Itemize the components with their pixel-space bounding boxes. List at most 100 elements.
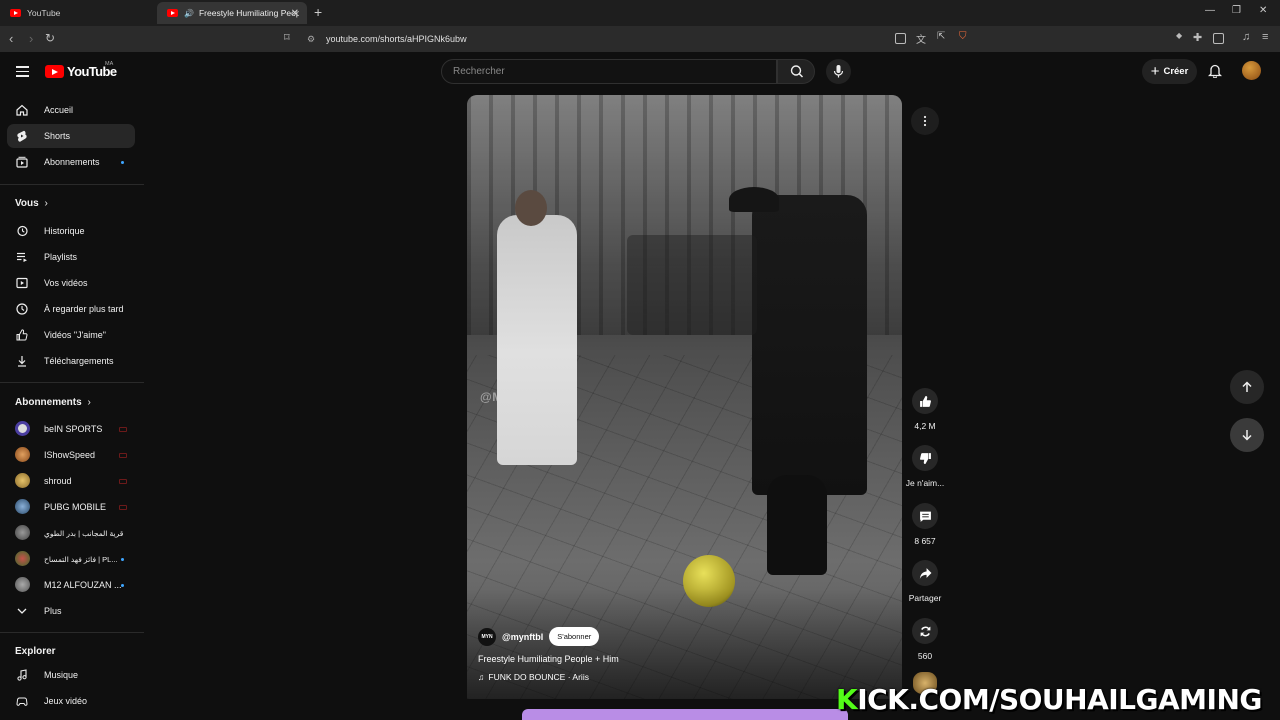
previous-short-button[interactable] xyxy=(1230,370,1264,404)
subscribe-button[interactable]: S'abonner xyxy=(549,627,600,646)
home-icon xyxy=(16,104,28,116)
explore-section-heading: Explorer xyxy=(15,646,56,657)
comments-button[interactable]: 8 657 xyxy=(904,503,946,546)
sidebar-item-subscriptions[interactable]: Abonnements xyxy=(7,150,135,174)
next-short-button[interactable] xyxy=(1230,418,1264,452)
short-video-player[interactable]: @MYNFTBL xyxy=(467,95,902,699)
sidebar-item-history[interactable]: Historique xyxy=(7,219,135,243)
minimize-icon[interactable]: — xyxy=(1205,5,1215,16)
share-button[interactable]: Partager xyxy=(904,560,946,603)
short-channel-info: MYN @mynftbl S'abonner xyxy=(478,627,600,646)
country-code: MA xyxy=(105,61,114,67)
short-music[interactable]: ♫ FUNK DO BOUNCE · Ariis xyxy=(478,672,589,682)
gaming-icon xyxy=(16,697,28,706)
tab-active-short[interactable]: 🔊 Freestyle Humiliating People ✕ xyxy=(157,2,307,24)
downloads-icon xyxy=(18,356,26,367)
sidebar-channel-arabic-2[interactable]: فائز فهد التمساح | PL... xyxy=(7,547,135,571)
account-avatar[interactable] xyxy=(1242,61,1261,80)
extensions-icon[interactable]: ✚ xyxy=(1193,31,1202,44)
guide-menu-icon[interactable] xyxy=(16,66,29,77)
brave-shield-icon[interactable]: ⛉ xyxy=(959,31,967,42)
video-crowd xyxy=(627,235,757,335)
site-info-icon[interactable]: ⚙ xyxy=(307,34,315,45)
cast-icon[interactable] xyxy=(895,33,906,44)
search-button[interactable] xyxy=(777,59,815,84)
sidebar-item-your-videos[interactable]: Vos vidéos xyxy=(7,271,135,295)
share-page-icon[interactable]: ⇱ xyxy=(937,31,945,42)
music-icon xyxy=(17,669,27,681)
more-vertical-icon xyxy=(923,115,927,127)
speaker-icon: 🔊 xyxy=(184,8,194,18)
sidebar-item-gaming[interactable]: Jeux vidéo xyxy=(7,689,135,713)
url-text: youtube.com/shorts/aHPIGNk6ubw xyxy=(326,34,467,44)
sidebar-show-more[interactable]: Plus xyxy=(7,599,135,623)
video-person-right-legs xyxy=(767,475,827,575)
sidebar-item-music[interactable]: Musique xyxy=(7,663,135,687)
channel-name[interactable]: @mynftbl xyxy=(502,632,543,642)
reload-icon[interactable]: ↻ xyxy=(45,31,55,45)
divider xyxy=(0,184,144,185)
create-button[interactable]: + Créer xyxy=(1142,59,1197,84)
sidebar-item-shorts[interactable]: Shorts xyxy=(7,124,135,148)
url-field[interactable]: ⚙ youtube.com/shorts/aHPIGNk6ubw xyxy=(300,29,980,49)
bookmark-icon[interactable]: ⌑ xyxy=(284,31,290,44)
history-icon xyxy=(17,225,28,237)
like-button[interactable]: 4,2 M xyxy=(904,388,946,431)
sidebar: Accueil Shorts Abonnements Vous › Histor… xyxy=(0,92,145,720)
thumbs-up-icon xyxy=(919,395,931,407)
subscriptions-section-heading[interactable]: Abonnements › xyxy=(15,397,91,408)
sidebar-item-playlists[interactable]: Playlists xyxy=(7,245,135,269)
youtube-header: YouTube MA Rechercher + Créer xyxy=(0,52,1280,92)
channel-avatar xyxy=(15,525,30,540)
browser-tab-bar: YouTube 🔊 Freestyle Humiliating People ✕… xyxy=(0,0,1280,26)
plus-icon: + xyxy=(1150,63,1160,80)
menu-icon[interactable]: ≡ xyxy=(1262,31,1268,43)
sidebar-channel-ishowspeed[interactable]: IShowSpeed xyxy=(7,443,135,467)
sidebar-channel-pubg-mobile[interactable]: PUBG MOBILE xyxy=(7,495,135,519)
sidebar-toggle-icon[interactable] xyxy=(1213,33,1224,44)
live-indicator-icon xyxy=(119,452,127,458)
channel-avatar xyxy=(15,421,30,436)
channel-avatar[interactable]: MYN xyxy=(478,627,496,646)
sidebar-channel-bein-sports[interactable]: beIN SPORTS xyxy=(7,417,135,441)
forward-icon[interactable]: › xyxy=(29,31,33,46)
tab-youtube[interactable]: YouTube xyxy=(0,2,155,24)
back-icon[interactable]: ‹ xyxy=(9,31,13,46)
sidebar-channel-m12-alfouzan[interactable]: M12 ALFOUZAN ... xyxy=(7,573,135,597)
kick-overlay-text: KICK.COM/SOUHAILGAMING xyxy=(836,683,1262,716)
sidebar-item-watch-later[interactable]: À regarder plus tard xyxy=(7,297,135,321)
sidebar-item-liked-videos[interactable]: Vidéos "J'aime" xyxy=(7,323,135,347)
wallet-icon[interactable]: ◆ xyxy=(1176,31,1182,40)
remix-button[interactable]: 560 xyxy=(904,618,946,661)
youtube-logo[interactable]: YouTube MA xyxy=(45,61,117,79)
sidebar-item-home[interactable]: Accueil xyxy=(7,98,135,122)
thumbs-down-icon xyxy=(919,452,931,464)
search-input[interactable]: Rechercher xyxy=(441,59,777,84)
close-tab-icon[interactable]: ✕ xyxy=(291,8,299,19)
youtube-play-icon xyxy=(45,65,64,78)
live-indicator-icon xyxy=(119,426,127,432)
new-tab-icon[interactable]: + xyxy=(314,4,322,20)
translate-icon[interactable]: 文 xyxy=(916,31,926,46)
notifications-bell-icon[interactable] xyxy=(1208,63,1222,78)
comment-count: 8 657 xyxy=(914,536,936,546)
short-title[interactable]: Freestyle Humiliating People + Him xyxy=(478,654,619,664)
channel-avatar xyxy=(15,551,30,566)
watch-later-icon xyxy=(16,303,28,315)
sidebar-item-downloads[interactable]: Téléchargements xyxy=(7,349,135,373)
media-icon[interactable]: ♫ xyxy=(1242,31,1250,43)
more-options-button[interactable] xyxy=(911,107,939,135)
sidebar-channel-arabic-1[interactable]: قرية المجانب | بدر الطوي xyxy=(7,521,135,545)
dislike-button[interactable]: Je n'aim... xyxy=(904,445,946,488)
like-count: 4,2 M xyxy=(914,421,936,431)
close-window-icon[interactable]: ✕ xyxy=(1259,5,1267,16)
channel-avatar xyxy=(15,473,30,488)
restore-icon[interactable]: ❐ xyxy=(1232,5,1241,16)
search-icon xyxy=(790,65,804,78)
voice-search-button[interactable] xyxy=(826,59,851,84)
you-section-heading[interactable]: Vous › xyxy=(15,198,48,209)
video-person-left xyxy=(497,215,577,465)
divider xyxy=(0,382,144,383)
sidebar-channel-shroud[interactable]: shroud xyxy=(7,469,135,493)
youtube-favicon-icon xyxy=(167,9,178,17)
